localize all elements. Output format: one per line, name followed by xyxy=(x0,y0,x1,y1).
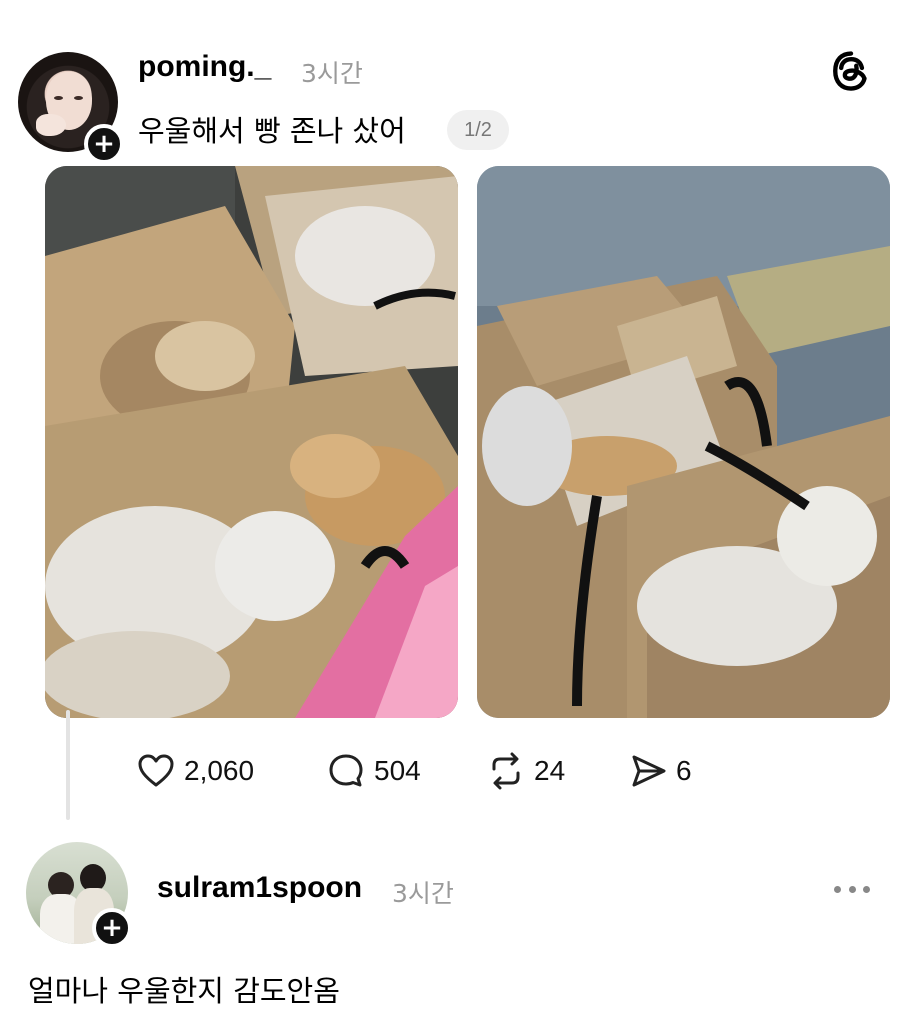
post: + poming._ 3시간 우울해서 빵 존나 샀어 1/2 2,060 50… xyxy=(0,0,900,830)
reply-post: + sulram1spoon 3시간 얼마나 우울한지 감도안옴 xyxy=(0,836,900,1011)
post-author-username[interactable]: poming._ xyxy=(138,50,271,84)
post-image-1[interactable] xyxy=(45,166,458,718)
threads-logo-icon[interactable] xyxy=(830,50,872,92)
post-timestamp: 3시간 xyxy=(301,59,363,88)
post-image-2[interactable] xyxy=(477,166,890,718)
bread-bags-photo-2 xyxy=(477,166,890,718)
reply-button[interactable]: 504 xyxy=(326,748,421,794)
comment-bubble-icon xyxy=(329,754,363,787)
reply-count: 504 xyxy=(374,755,421,786)
repost-button[interactable]: 24 xyxy=(486,748,565,794)
heart-icon xyxy=(138,754,174,787)
repost-count: 24 xyxy=(534,755,566,786)
share-button[interactable]: 6 xyxy=(628,748,692,794)
reply-author-username[interactable]: sulram1spoon xyxy=(157,871,362,905)
reply-timestamp: 3시간 xyxy=(392,879,454,908)
like-button[interactable]: 2,060 xyxy=(136,748,254,794)
bread-bags-photo-1 xyxy=(45,166,458,718)
like-count: 2,060 xyxy=(184,755,255,786)
send-icon xyxy=(632,755,666,787)
image-pager-indicator: 1/2 xyxy=(447,110,509,150)
reply-text: 얼마나 우울한지 감도안옴 xyxy=(28,974,340,1008)
repost-icon xyxy=(492,752,520,790)
post-text: 우울해서 빵 존나 샀어 xyxy=(138,114,406,148)
post-actions-bar: 2,060 504 24 6 xyxy=(0,748,900,794)
follow-plus-icon[interactable]: + xyxy=(92,908,132,948)
more-options-icon[interactable] xyxy=(834,876,870,902)
share-count: 6 xyxy=(676,755,692,786)
follow-plus-icon[interactable]: + xyxy=(84,124,124,164)
